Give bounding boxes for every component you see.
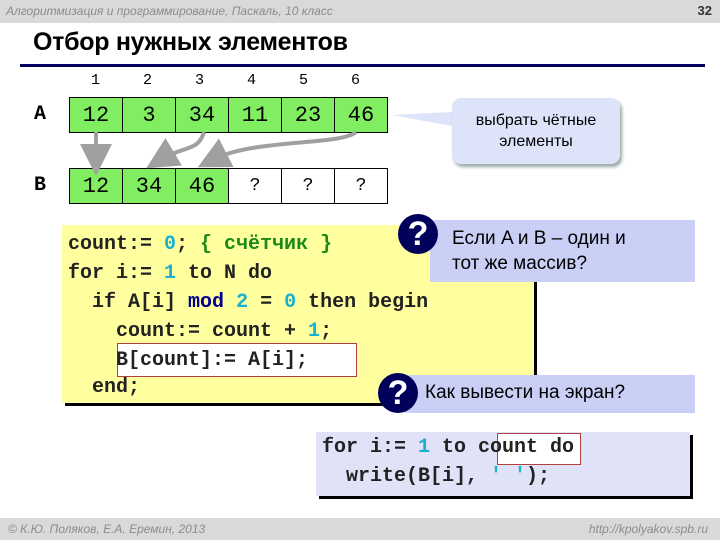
callout-line: элементы [499, 133, 573, 150]
footer-bar: © К.Ю. Поляков, Е.А. Еремин, 2013 http:/… [0, 518, 720, 540]
code-line: count:= 0; { счётчик } [68, 233, 333, 256]
code-line: if A[i] mod 2 = 0 then begin [68, 291, 429, 314]
question-how-output: Как вывести на экран? [405, 375, 695, 413]
copyright: © К.Ю. Поляков, Е.А. Еремин, 2013 [8, 522, 206, 536]
callout-line: выбрать чётные [475, 112, 597, 129]
question-icon: ? [378, 373, 418, 413]
code-line: for i:= 1 to count do [322, 436, 575, 459]
code-lines: for i:= 1 to count do write(B[i], ' '); [316, 432, 690, 496]
code-line: count:= count + 1; [68, 320, 333, 343]
arrow-3 [197, 130, 358, 168]
code-line: B[count]:= A[i]; [68, 349, 309, 372]
site-url: http://kpolyakov.spb.ru [588, 522, 708, 536]
callout-pointer [392, 112, 452, 126]
callout-select-even: выбрать чётные элементы [452, 98, 620, 164]
code-line: write(B[i], ' '); [322, 465, 551, 488]
code-line: for i:= 1 to N do [68, 262, 273, 285]
code-line: end; [68, 376, 141, 399]
question-icon: ? [398, 214, 438, 254]
arrow-2 [146, 131, 206, 169]
question-same-array: Если A и B – один и тот же массив? [430, 220, 695, 282]
